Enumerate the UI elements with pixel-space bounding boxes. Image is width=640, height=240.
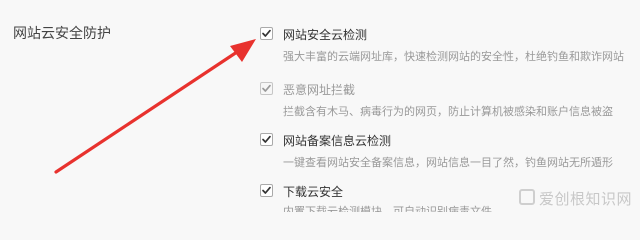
- watermark-text: 爱创根知识网: [538, 190, 632, 208]
- watermark-logo-icon: [518, 189, 535, 205]
- watermark: 爱创根知识网: [518, 188, 632, 209]
- annotation-arrow-icon: [54, 39, 256, 174]
